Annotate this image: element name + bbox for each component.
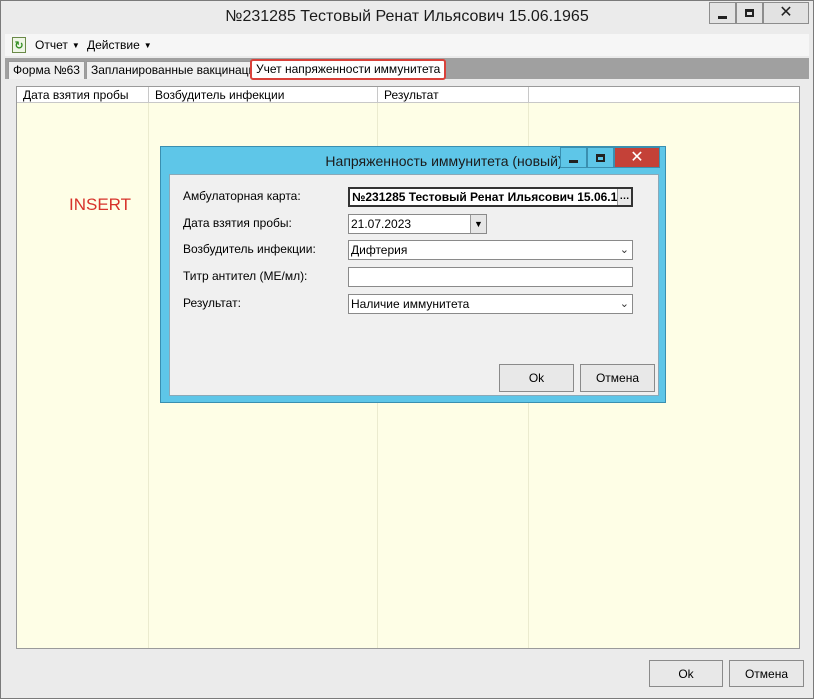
result-select[interactable]: Наличие иммунитета ⌄ (348, 294, 633, 314)
card-field[interactable]: №231285 Тестовый Ренат Ильясович 15.06.1… (348, 187, 633, 207)
tab-form-63[interactable]: Форма №63 (8, 61, 85, 79)
close-icon: ✕ (630, 148, 644, 166)
minimize-icon (569, 159, 578, 163)
menu-bar: ↻ Отчет ▼ Действие ▼ (5, 34, 809, 56)
maximize-icon (596, 153, 605, 162)
dialog-close-button[interactable]: ✕ (614, 147, 660, 168)
dropdown-arrow-icon: ▼ (71, 41, 80, 50)
titer-label: Титр антител (МЕ/мл): (183, 269, 308, 283)
tab-strip: Форма №63 Запланированные вакцинации Уче… (5, 58, 809, 80)
cancel-button[interactable]: Отмена (729, 660, 804, 687)
ok-button[interactable]: Ok (649, 660, 723, 687)
immunity-dialog: Напряженность иммунитета (новый) ✕ Амбул… (160, 146, 666, 403)
window-title: №231285 Тестовый Ренат Ильясович 15.06.1… (225, 8, 589, 25)
result-value: Наличие иммунитета (351, 297, 470, 311)
date-picker[interactable]: 21.07.2023 ▼ (348, 214, 487, 234)
pathogen-value: Дифтерия (351, 243, 408, 257)
refresh-icon[interactable]: ↻ (12, 37, 26, 53)
menu-action-label: Действие (87, 38, 140, 52)
menu-report-label: Отчет (35, 38, 68, 52)
pathogen-select[interactable]: Дифтерия ⌄ (348, 240, 633, 260)
maximize-button[interactable] (736, 2, 763, 24)
calendar-dropdown-icon[interactable]: ▼ (470, 215, 486, 233)
dialog-ok-button[interactable]: Ok (499, 364, 574, 392)
dialog-cancel-button[interactable]: Отмена (580, 364, 655, 392)
minimize-button[interactable] (709, 2, 736, 24)
card-label: Амбулаторная карта: (183, 189, 301, 203)
column-header-date[interactable]: Дата взятия пробы (17, 87, 149, 103)
insert-mode-label: INSERT (69, 195, 132, 214)
tab-planned-vaccinations[interactable]: Запланированные вакцинации (86, 61, 267, 79)
menu-action[interactable]: Действие ▼ (87, 38, 152, 52)
dialog-minimize-button[interactable] (560, 147, 587, 168)
title-bar: №231285 Тестовый Ренат Ильясович 15.06.1… (1, 1, 813, 32)
pathogen-label: Возбудитель инфекции: (183, 242, 316, 256)
grid-column-divider (148, 103, 149, 648)
dialog-body: Амбулаторная карта: №231285 Тестовый Рен… (169, 174, 659, 396)
result-label: Результат: (183, 296, 241, 310)
maximize-icon (745, 9, 754, 17)
dialog-maximize-button[interactable] (587, 147, 614, 168)
date-value: 21.07.2023 (351, 217, 412, 231)
browse-icon[interactable]: … (617, 189, 631, 205)
column-header-result[interactable]: Результат (378, 87, 529, 103)
tab-immunity-tension[interactable]: Учет напряженности иммунитета (250, 59, 447, 80)
titer-input[interactable] (348, 267, 633, 287)
menu-report[interactable]: Отчет ▼ (35, 38, 80, 52)
close-button[interactable]: ✕ (763, 2, 809, 24)
column-header-pathogen[interactable]: Возбудитель инфекции (149, 87, 378, 103)
chevron-down-icon: ⌄ (619, 244, 629, 256)
date-label: Дата взятия пробы: (183, 216, 292, 230)
grid-header: Дата взятия пробы Возбудитель инфекции Р… (17, 87, 799, 103)
card-value: №231285 Тестовый Ренат Ильясович 15.06.1… (352, 190, 633, 204)
chevron-down-icon: ⌄ (619, 298, 629, 310)
minimize-icon (718, 15, 727, 19)
dropdown-arrow-icon: ▼ (143, 41, 152, 50)
close-icon: ✕ (779, 4, 793, 21)
